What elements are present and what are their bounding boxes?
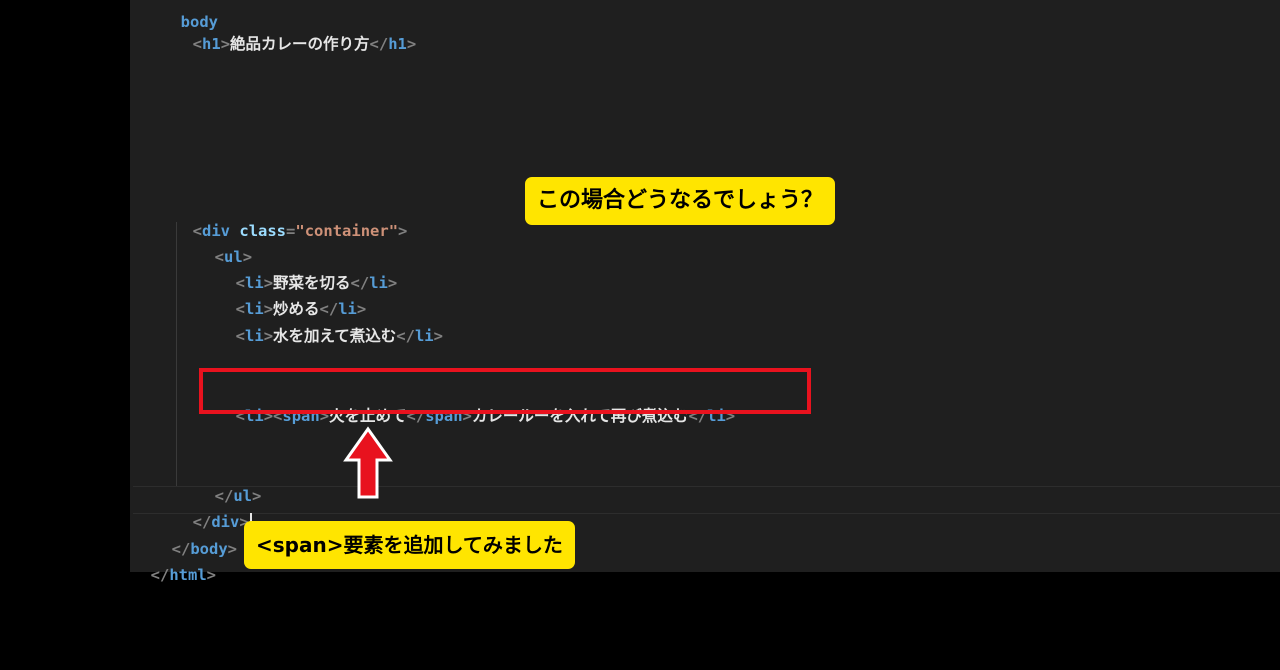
code-line-div-close: </div>: [174, 486, 252, 533]
li-text: 水を加えて煮込む: [273, 327, 397, 345]
code-line-li: <li>水を加えて煮込む</li>: [235, 327, 443, 345]
callout-note: <span>要素を追加してみました: [244, 521, 575, 569]
li-close-tag: li: [414, 327, 434, 345]
code-line-ul-open: <ul>: [214, 248, 253, 266]
code-line-h1: <h1>絶品カレーの作り方</h1>: [192, 35, 417, 53]
highlight-box: [199, 368, 811, 414]
li-close-tag: li: [369, 274, 388, 292]
code-line-ul-close: </ul>: [214, 487, 262, 505]
code-line-body-close: </body>: [171, 540, 238, 558]
code-line-li: <li>炒める</li>: [235, 300, 367, 318]
callout-question: この場合どうなるでしょう？: [525, 177, 836, 225]
h1-open-tag: h1: [202, 35, 221, 53]
indent-guide: [176, 222, 177, 486]
li-open-tag: li: [245, 327, 264, 345]
arrow-up-icon: [343, 426, 393, 499]
html-close-tag: html: [169, 566, 207, 584]
code-line-div-open: <div class="container">: [192, 222, 408, 240]
current-line-highlight: [133, 486, 1280, 514]
h1-text: 絶品カレーの作り方: [230, 35, 370, 53]
class-value: "container": [295, 222, 399, 240]
code-line-html-close: </html>: [150, 566, 217, 584]
code-line-li: <li>野菜を切る</li>: [235, 274, 398, 292]
h1-close-tag: h1: [388, 35, 407, 53]
